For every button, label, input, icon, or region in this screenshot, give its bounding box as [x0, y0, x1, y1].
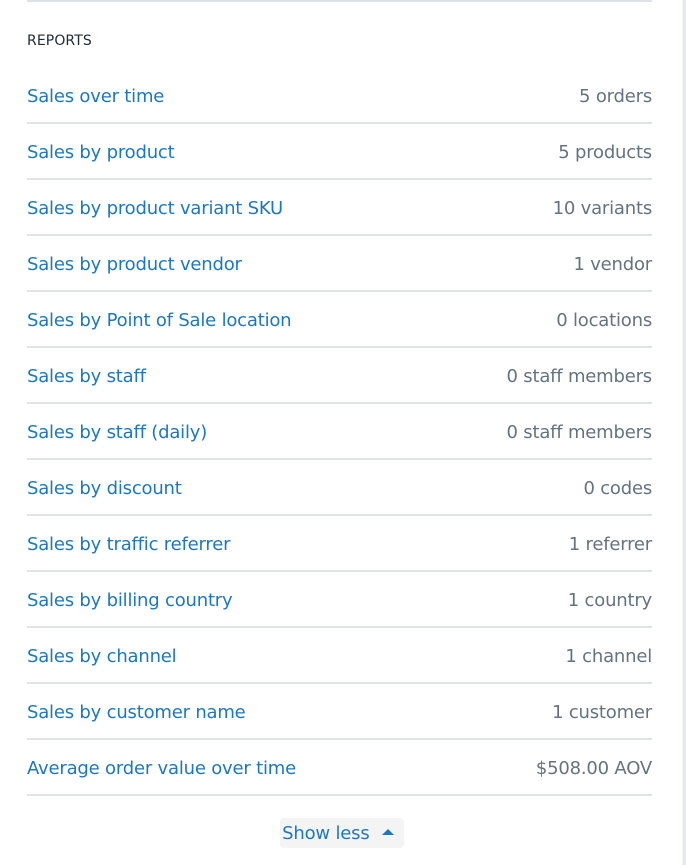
report-count: 1 customer — [552, 701, 652, 723]
report-link-sales-by-product[interactable]: Sales by product — [27, 138, 175, 165]
report-link-sales-by-discount[interactable]: Sales by discount — [27, 474, 182, 501]
report-row: Sales over time 5 orders — [27, 68, 652, 124]
report-row: Sales by traffic referrer 1 referrer — [27, 516, 652, 572]
report-count: 5 orders — [579, 85, 652, 107]
caret-up-icon — [381, 829, 394, 835]
report-link-sales-by-channel[interactable]: Sales by channel — [27, 642, 177, 669]
card-border — [682, 0, 686, 865]
report-count: 0 staff members — [506, 421, 653, 443]
report-count: 0 staff members — [506, 365, 653, 387]
report-count: 1 referrer — [568, 533, 652, 555]
report-count: 1 channel — [565, 645, 652, 667]
report-link-sales-over-time[interactable]: Sales over time — [27, 82, 164, 109]
show-less-label: Show less — [282, 822, 370, 844]
report-link-sales-by-billing-country[interactable]: Sales by billing country — [27, 586, 233, 613]
report-count: 0 codes — [583, 477, 652, 499]
report-row: Sales by customer name 1 customer — [27, 684, 652, 740]
report-link-sales-by-traffic-referrer[interactable]: Sales by traffic referrer — [27, 530, 230, 557]
report-row: Average order value over time $508.00 AO… — [27, 740, 652, 796]
show-less-button[interactable]: Show less — [279, 818, 404, 848]
report-list: Sales over time 5 orders Sales by produc… — [27, 68, 652, 796]
report-row: Sales by discount 0 codes — [27, 460, 652, 516]
report-row: Sales by staff (daily) 0 staff members — [27, 404, 652, 460]
report-count: 0 locations — [556, 309, 652, 331]
report-link-sales-by-vendor[interactable]: Sales by product vendor — [27, 250, 242, 277]
report-row: Sales by product 5 products — [27, 124, 652, 180]
report-row: Sales by product variant SKU 10 variants — [27, 180, 652, 236]
report-row: Sales by channel 1 channel — [27, 628, 652, 684]
report-count: 1 country — [567, 589, 652, 611]
show-less-container: Show less — [0, 818, 686, 848]
report-link-sales-by-staff[interactable]: Sales by staff — [27, 362, 146, 389]
report-row: Sales by Point of Sale location 0 locati… — [27, 292, 652, 348]
report-row: Sales by product vendor 1 vendor — [27, 236, 652, 292]
top-divider — [27, 0, 652, 2]
report-link-sales-by-pos-location[interactable]: Sales by Point of Sale location — [27, 306, 292, 333]
report-count: 10 variants — [552, 197, 653, 219]
report-link-sales-by-customer-name[interactable]: Sales by customer name — [27, 698, 246, 725]
report-row: Sales by staff 0 staff members — [27, 348, 652, 404]
report-count: 1 vendor — [573, 253, 652, 275]
report-link-average-order-value[interactable]: Average order value over time — [27, 754, 296, 781]
report-link-sales-by-variant-sku[interactable]: Sales by product variant SKU — [27, 194, 283, 221]
section-title: REPORTS — [27, 33, 92, 49]
report-count: 5 products — [558, 141, 652, 163]
report-row: Sales by billing country 1 country — [27, 572, 652, 628]
report-count: $508.00 AOV — [535, 757, 652, 779]
report-link-sales-by-staff-daily[interactable]: Sales by staff (daily) — [27, 418, 207, 445]
